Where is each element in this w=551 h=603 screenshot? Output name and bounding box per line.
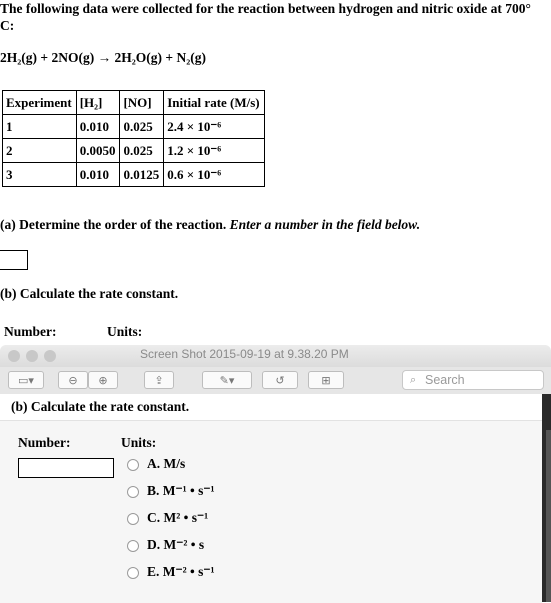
minimize-window-icon[interactable] xyxy=(26,350,38,362)
sidebar-icon: ▭▾ xyxy=(18,374,34,387)
number-label: Number: xyxy=(4,324,57,339)
units-label: Units: xyxy=(107,324,143,339)
table-cell: 3 xyxy=(2,162,77,187)
intro-line-1: The following data were collected for th… xyxy=(0,1,531,16)
zoom-out-button[interactable]: ⊖ xyxy=(58,371,88,389)
markup-button[interactable]: ✎▾ xyxy=(202,371,252,389)
zoom-window-icon[interactable] xyxy=(44,350,56,362)
part-a-question: (a) Determine the order of the reaction.… xyxy=(0,217,420,233)
search-placeholder: Search xyxy=(425,373,465,387)
option-label: D. M⁻² • s xyxy=(147,537,205,552)
table-row: 2 0.0050 0.025 1.2 × 10⁻⁶ xyxy=(2,138,265,163)
radio-button[interactable] xyxy=(127,486,139,498)
question-panel xyxy=(0,420,542,603)
table-cell: 0.025 xyxy=(119,114,165,139)
rotate-button[interactable]: ↺ xyxy=(262,371,298,389)
rotate-icon: ↺ xyxy=(275,374,285,387)
table-cell: 0.010 xyxy=(75,114,121,139)
table-header: Experiment xyxy=(2,90,77,115)
search-icon: ⌕ xyxy=(410,373,417,386)
table-cell: 0.025 xyxy=(119,138,165,163)
option-label: B. M⁻¹ • s⁻¹ xyxy=(147,483,215,498)
table-cell: 2.4 × 10⁻⁶ xyxy=(163,114,265,139)
radio-button[interactable] xyxy=(127,459,139,471)
share-icon: ⇪ xyxy=(154,374,164,387)
option-label: E. M⁻² • s⁻¹ xyxy=(147,564,215,579)
zoom-in-icon: ⊕ xyxy=(98,374,108,387)
window-title: Screen Shot 2015-09-19 at 9.38.20 PM xyxy=(140,347,349,361)
option-label: A. M/s xyxy=(147,456,186,471)
part-b-question: (b) Calculate the rate constant. xyxy=(0,286,179,301)
table-cell: 2 xyxy=(2,138,77,163)
table-cell: 0.010 xyxy=(75,162,121,187)
part-a-text: (a) Determine the order of the reaction. xyxy=(0,217,227,232)
zoom-out-icon: ⊖ xyxy=(68,374,78,387)
table-header: Initial rate (M/s) xyxy=(163,90,265,115)
table-header: [H₂] xyxy=(75,90,121,115)
option-label: C. M² • s⁻¹ xyxy=(147,510,209,525)
reaction-equation: 2H₂(g) + 2NO(g) → 2H₂O(g) + N₂(g) xyxy=(0,50,206,65)
table-row: 1 0.010 0.025 2.4 × 10⁻⁶ xyxy=(2,114,265,139)
radio-button[interactable] xyxy=(127,513,139,525)
radio-button[interactable] xyxy=(127,540,139,552)
table-cell: 1 xyxy=(2,114,77,139)
table-cell: 1.2 × 10⁻⁶ xyxy=(163,138,265,163)
table-row: 3 0.010 0.0125 0.6 × 10⁻⁶ xyxy=(2,162,265,187)
table-cell: 0.0050 xyxy=(75,138,121,163)
intro-line-2: C: xyxy=(0,18,15,33)
radio-button[interactable] xyxy=(127,567,139,579)
zoom-in-button[interactable]: ⊕ xyxy=(88,371,118,389)
share-button[interactable]: ⇪ xyxy=(144,371,174,389)
panel-units-label: Units: xyxy=(121,435,157,450)
sidebar-toggle-button[interactable]: ▭▾ xyxy=(8,371,44,389)
table-header: [NO] xyxy=(119,90,165,115)
table-header-row: Experiment [H₂] [NO] Initial rate (M/s) xyxy=(2,90,265,115)
toolbox-button[interactable]: ⊞ xyxy=(308,371,344,389)
rate-data-table: Experiment [H₂] [NO] Initial rate (M/s) … xyxy=(2,90,265,187)
table-cell: 0.0125 xyxy=(119,162,165,187)
order-input[interactable] xyxy=(0,250,28,270)
scrollbar[interactable] xyxy=(546,430,551,602)
search-field[interactable]: ⌕ Search xyxy=(402,370,544,390)
close-window-icon[interactable] xyxy=(8,350,20,362)
part-a-hint: Enter a number in the field below. xyxy=(229,217,421,232)
panel-part-b-question: (b) Calculate the rate constant. xyxy=(11,399,190,414)
pen-icon: ✎▾ xyxy=(219,374,235,387)
table-cell: 0.6 × 10⁻⁶ xyxy=(163,162,265,187)
panel-number-label: Number: xyxy=(18,435,71,450)
toolbox-icon: ⊞ xyxy=(321,374,331,387)
rate-constant-input[interactable] xyxy=(18,458,114,478)
problem-intro: The following data were collected for th… xyxy=(0,0,531,34)
